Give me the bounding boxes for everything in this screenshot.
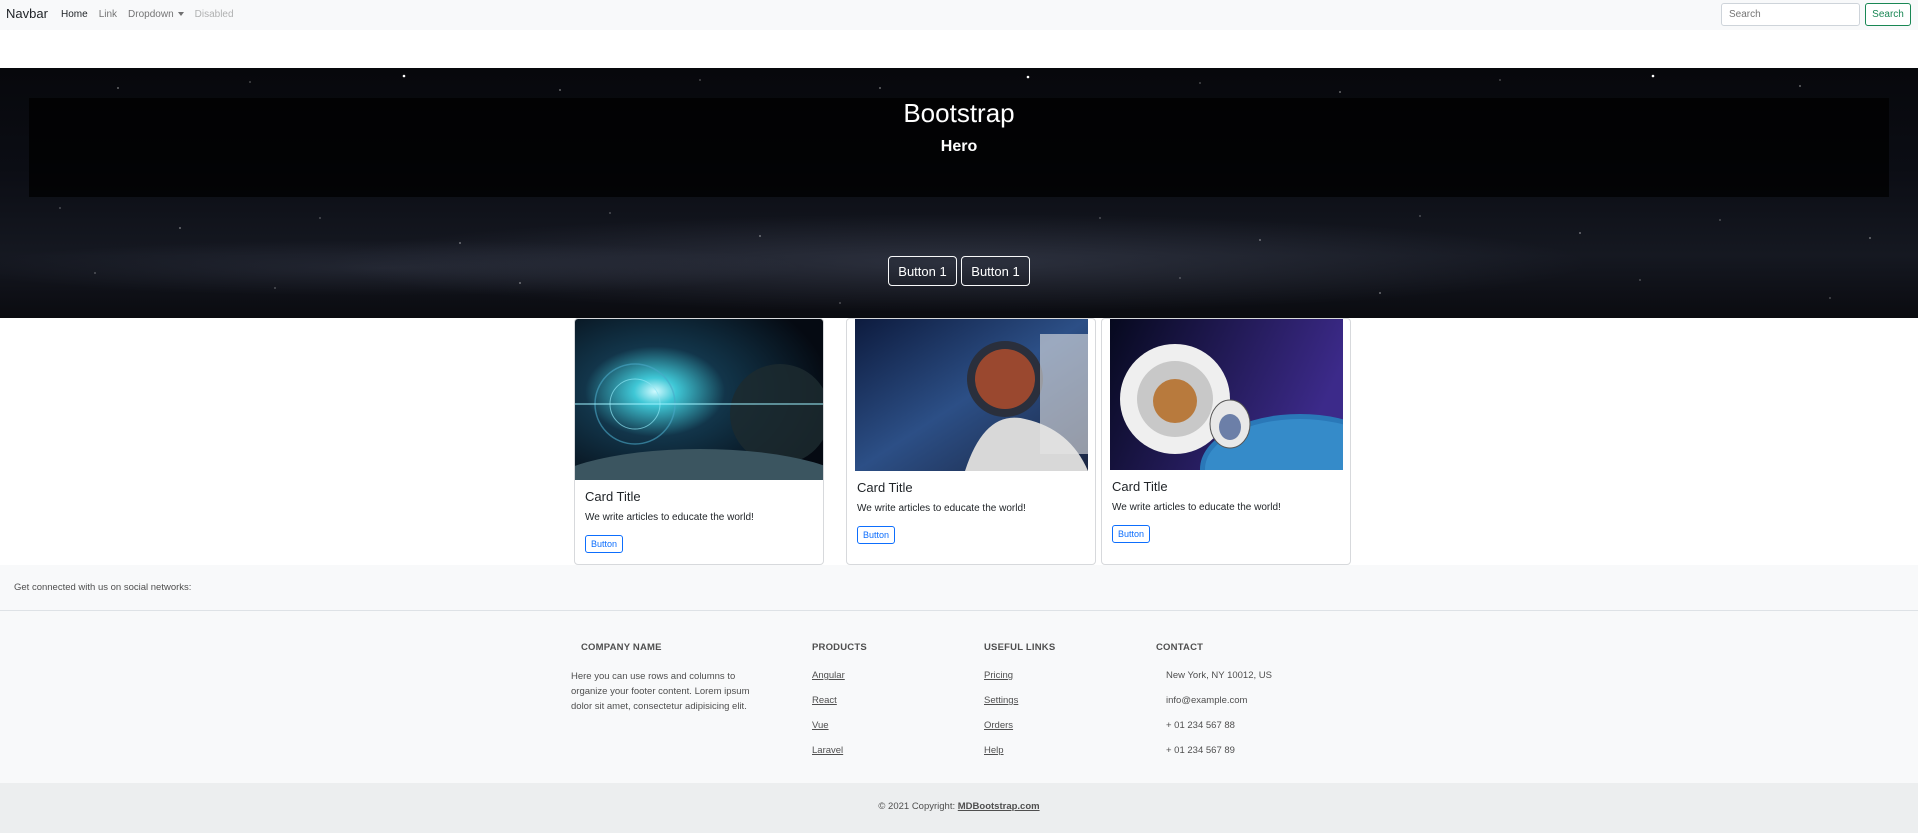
useful-links-heading: USEFUL LINKS [984, 642, 1056, 653]
contact-email: info@example.com [1166, 695, 1248, 706]
space-planets-image [575, 319, 823, 480]
footer-divider [0, 610, 1918, 611]
card-3: Card Title We write articles to educate … [1101, 318, 1351, 565]
card-text: We write articles to educate the world! [585, 512, 754, 523]
copyright-bar: © 2021 Copyright: MDBootstrap.com [0, 783, 1918, 833]
card-button[interactable]: Button [585, 535, 624, 553]
card-title: Card Title [585, 489, 641, 504]
copyright-prefix: © 2021 Copyright: [878, 801, 956, 812]
footer-link-angular[interactable]: Angular [812, 670, 845, 681]
copyright-link[interactable]: MDBootstrap.com [958, 801, 1040, 812]
card-title: Card Title [857, 480, 913, 495]
card-button[interactable]: Button [857, 526, 896, 544]
card-button[interactable]: Button [1112, 525, 1151, 543]
nav-link-home[interactable]: Home [61, 9, 88, 20]
company-description: Here you can use rows and columns to org… [571, 669, 749, 714]
company-description-line: organize your footer content. Lorem ipsu… [571, 686, 750, 697]
company-description-line: dolor sit amet, consectetur adipisicing … [571, 701, 747, 712]
hero-section: Bootstrap Hero Button 1 Button 1 [0, 68, 1918, 318]
products-heading: PRODUCTS [812, 642, 867, 653]
card-text: We write articles to educate the world! [1112, 502, 1281, 513]
social-networks-text: Get connected with us on social networks… [14, 582, 192, 593]
card-title: Card Title [1112, 479, 1168, 494]
nav-link-disabled: Disabled [194, 9, 234, 20]
footer-link-help[interactable]: Help [984, 745, 1004, 756]
cat-astronaut-image [1110, 319, 1343, 470]
hero-button-1[interactable]: Button 1 [888, 256, 957, 286]
card-2: Card Title We write articles to educate … [846, 318, 1096, 565]
contact-phone: + 01 234 567 88 [1166, 720, 1235, 731]
footer-link-pricing[interactable]: Pricing [984, 670, 1013, 681]
card-1: Card Title We write articles to educate … [574, 318, 824, 565]
navbar-brand[interactable]: Navbar [6, 6, 48, 21]
footer-link-vue[interactable]: Vue [812, 720, 829, 731]
footer-link-laravel[interactable]: Laravel [812, 745, 843, 756]
nav-links: Home Link Dropdown Disabled [61, 9, 245, 20]
hero-button-2[interactable]: Button 1 [961, 256, 1030, 286]
nav-link-link[interactable]: Link [99, 9, 117, 20]
contact-fax: + 01 234 567 89 [1166, 745, 1235, 756]
copyright-text: © 2021 Copyright: MDBootstrap.com [0, 801, 1918, 812]
nav-link-dropdown[interactable]: Dropdown [128, 9, 184, 20]
hero-title: Bootstrap [903, 98, 1015, 128]
footer-link-orders[interactable]: Orders [984, 720, 1013, 731]
hero-subtitle: Hero [940, 138, 978, 155]
footer-link-settings[interactable]: Settings [984, 695, 1018, 706]
contact-heading: CONTACT [1156, 642, 1204, 653]
contact-address: New York, NY 10012, US [1166, 670, 1272, 681]
astronaut-image [855, 319, 1088, 471]
caret-down-icon [177, 12, 184, 17]
company-name-heading: COMPANY NAME [581, 642, 662, 653]
card-text: We write articles to educate the world! [857, 503, 1026, 514]
search-button[interactable]: Search [1865, 3, 1911, 26]
navbar: Navbar Home Link Dropdown Disabled Searc… [0, 0, 1918, 30]
company-description-line: Here you can use rows and columns to [571, 671, 736, 682]
search-input[interactable] [1721, 3, 1860, 26]
footer-link-react[interactable]: React [812, 695, 837, 706]
dropdown-label: Dropdown [128, 9, 174, 20]
